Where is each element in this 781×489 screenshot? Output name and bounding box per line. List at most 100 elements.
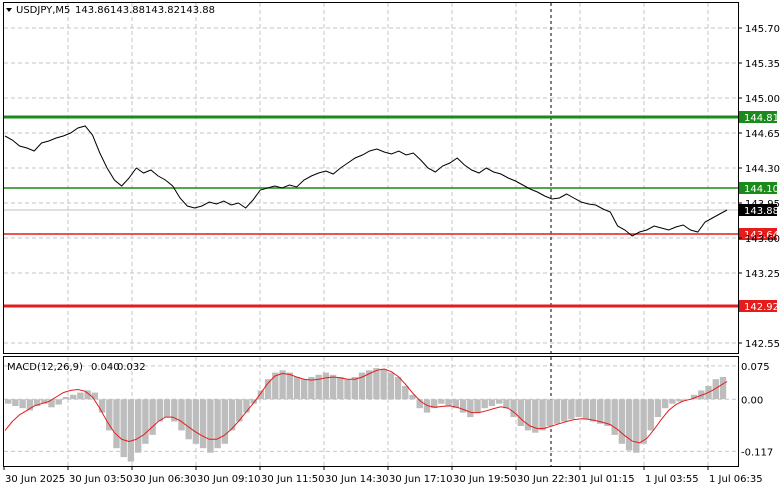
level-lines: 144.81144.10143.64142.92143.88	[4, 111, 779, 313]
macd-bar	[257, 390, 265, 400]
macd-bar	[120, 399, 127, 458]
low-value: 143.82	[145, 5, 180, 16]
level-tag-label: 144.81	[744, 113, 779, 124]
macd-y-tick-label: -0.117	[741, 447, 773, 458]
macd-y-tick-label: 0.00	[741, 395, 763, 406]
y-tick-label: 144.30	[745, 164, 780, 175]
macd-bar	[301, 379, 308, 400]
x-tick-label: 30 Jun 17:10	[389, 474, 453, 485]
macd-bar	[640, 399, 647, 444]
macd-signal-value: 0.032	[117, 362, 146, 373]
dropdown-triangle-icon[interactable]	[6, 8, 12, 12]
macd-bar	[351, 377, 358, 400]
x-tick-label: 30 Jun 09:10	[197, 474, 261, 485]
macd-bar	[199, 399, 207, 449]
macd-axis: 0.075 0.00 -0.117	[741, 362, 773, 458]
macd-bar	[221, 399, 228, 444]
macd-bar	[445, 399, 452, 406]
y-tick-label: 142.55	[745, 339, 780, 350]
macd-bar	[633, 399, 640, 453]
macd-bar	[272, 372, 279, 400]
macd-bar	[503, 399, 510, 409]
macd-bar	[70, 394, 77, 400]
level-tag-label: 144.10	[744, 184, 779, 195]
macd-bar	[135, 399, 142, 453]
macd-bar	[568, 399, 575, 420]
macd-bar	[113, 399, 120, 449]
macd-bar	[264, 379, 272, 400]
chart-canvas[interactable]: 144.81144.10143.64142.92143.88 145.70145…	[0, 0, 781, 489]
y-tick-label: 145.70	[745, 24, 780, 35]
macd-bar	[149, 399, 156, 435]
macd-bar	[286, 372, 293, 400]
macd-bar	[207, 399, 214, 453]
macd-bar	[662, 399, 669, 409]
macd-bar	[517, 399, 524, 426]
macd-y-tick-label: 0.075	[741, 362, 770, 373]
macd-bar	[62, 397, 70, 400]
macd-bar	[48, 399, 55, 408]
price-grid	[4, 3, 738, 353]
y-tick-label: 143.60	[745, 234, 780, 245]
x-tick-label: 30 Jun 2025	[5, 474, 65, 485]
macd-bar	[625, 399, 633, 451]
macd-bar	[329, 374, 337, 400]
macd-bar	[496, 399, 503, 404]
macd-bar	[539, 399, 546, 431]
macd-bar	[322, 372, 330, 400]
x-tick-label: 1 Jul 03:55	[645, 474, 699, 485]
x-tick-label: 1 Jul 01:15	[581, 474, 635, 485]
macd-bar	[127, 399, 135, 462]
macd-bar	[481, 399, 488, 409]
level-tag-label: 142.92	[744, 302, 779, 313]
macd-bar	[553, 399, 561, 424]
macd-main-value: 0.040	[91, 362, 120, 373]
x-tick-label: 30 Jun 22:30	[517, 474, 581, 485]
macd-bar	[98, 399, 106, 413]
macd-bar	[373, 368, 380, 400]
macd-bar	[192, 399, 200, 444]
macd-bar	[597, 399, 604, 424]
macd-bar	[344, 379, 351, 400]
macd-bar	[337, 377, 344, 400]
x-tick-label: 30 Jun 14:30	[325, 474, 389, 485]
macd-bar	[243, 399, 250, 413]
macd-bar	[394, 377, 402, 400]
macd-bar	[156, 399, 163, 422]
close-value: 143.88	[180, 5, 215, 16]
macd-bar	[589, 399, 597, 422]
macd-bar	[163, 399, 171, 418]
macd-bar	[654, 399, 662, 418]
macd-bar	[387, 372, 395, 400]
symbol-label: USDJPY,M5	[16, 5, 70, 16]
macd-bar	[467, 399, 474, 418]
x-tick-label: 30 Jun 03:50	[69, 474, 133, 485]
macd-bar	[488, 399, 496, 406]
x-tick-label: 30 Jun 11:50	[261, 474, 325, 485]
macd-bar	[582, 399, 589, 420]
macd-bar	[380, 369, 387, 400]
y-tick-label: 144.65	[745, 129, 780, 140]
macd-bar	[142, 399, 149, 444]
macd-bar	[438, 399, 445, 404]
y-tick-label: 143.25	[745, 269, 780, 280]
macd-bar	[55, 399, 62, 405]
time-axis: 30 Jun 2025 30 Jun 03:50 30 Jun 06:30 30 Ju…	[3, 466, 763, 485]
macd-bar	[19, 399, 26, 409]
y-tick-label: 143.95	[745, 199, 780, 210]
macd-bar	[185, 399, 192, 440]
price-line	[4, 125, 728, 237]
x-tick-label: 30 Jun 06:30	[133, 474, 197, 485]
macd-bar	[719, 377, 727, 400]
open-value: 143.86	[75, 5, 110, 16]
y-tick-label: 145.35	[745, 59, 780, 70]
macd-bar	[546, 399, 553, 426]
x-tick-label: 1 Jul 06:35	[709, 474, 763, 485]
macd-bar	[5, 399, 12, 404]
macd-bar	[618, 399, 626, 444]
macd-histogram	[5, 368, 727, 462]
macd-bar	[77, 392, 84, 400]
macd-bar	[560, 399, 568, 422]
macd-bar	[293, 377, 301, 400]
macd-bar	[402, 385, 409, 400]
